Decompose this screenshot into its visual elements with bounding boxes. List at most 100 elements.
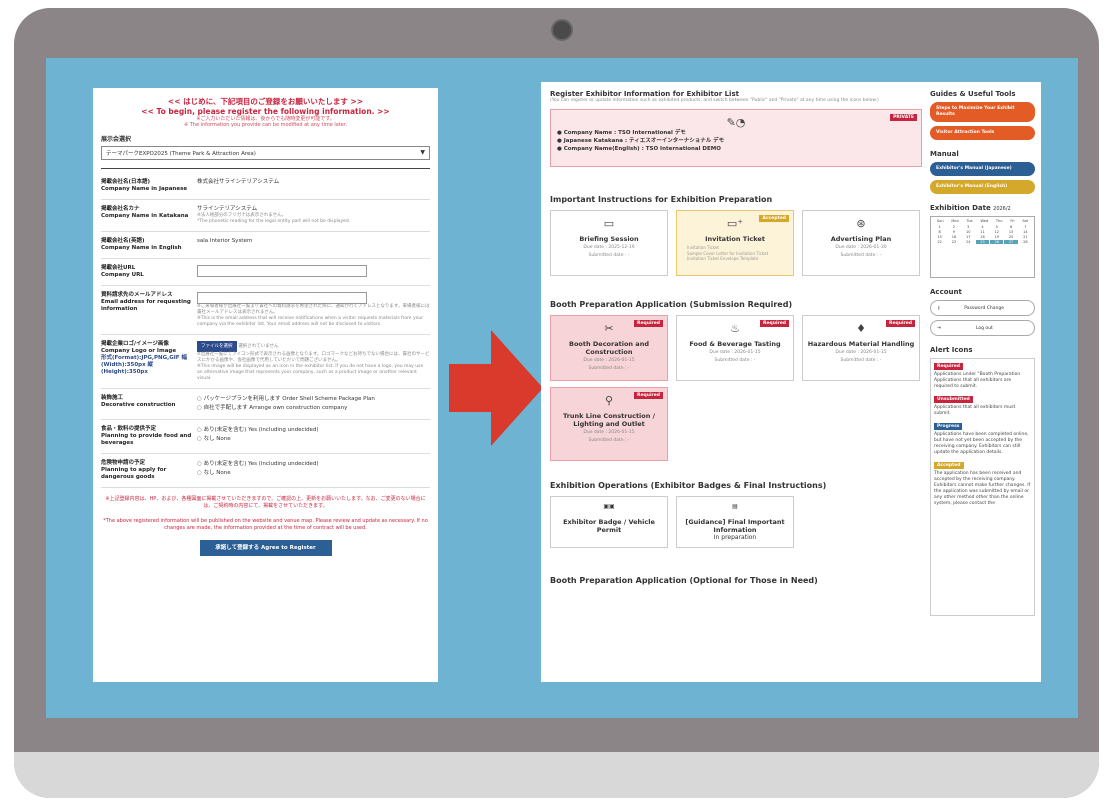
manual-heading: Manual	[930, 150, 959, 158]
alert-progress-text: Applications have been completed online,…	[934, 432, 1029, 455]
calendar: Sun Mon Tue Wed Thu Fri Sat 1 2 3 4 5 6 7 8 9 10 11 12 13 1…	[930, 216, 1035, 278]
company-kana-line: ● Japanese Katakana : ティエスオーインターナショナル デモ	[557, 138, 725, 144]
final-info-card[interactable]: ▤ [Guidance] Final Important Information…	[676, 496, 794, 548]
calendar-weekday: Sat	[1022, 219, 1029, 223]
company-kana-note-en: *The phonetic reading for the legal enti…	[197, 219, 351, 224]
calendar-date: 14	[1023, 230, 1028, 234]
date-year: 2026/2	[993, 206, 1011, 212]
required-badge: Required	[886, 320, 915, 327]
calendar-date: 21	[1023, 235, 1028, 239]
calendar-date: 22	[937, 240, 942, 244]
decor-row: 装飾施工Decorative construction パッケージプランを利用し…	[101, 389, 430, 420]
maximize-results-button[interactable]: Steps to Maximize Your Exhibit Results	[930, 102, 1035, 122]
card-due: Due date : 2026-01-30	[835, 245, 887, 250]
footer-note-en: *The above registered information will b…	[103, 518, 428, 531]
envelope-link[interactable]: Invitation Ticket Envelope Template	[687, 256, 793, 262]
company-en-row: 掲載会社名(英語) Company Name in English sala In…	[101, 232, 430, 259]
exhibition-select-value: テーマパークEXPO2025 (Theme Park & Attraction …	[106, 151, 256, 157]
url-input[interactable]	[197, 265, 367, 277]
company-info-card[interactable]: PRIVATE ✎◔ ● Company Name : TSO Internat…	[550, 109, 922, 167]
calendar-date: 1	[938, 225, 941, 229]
operations-heading: Exhibition Operations (Exhibitor Badges …	[550, 481, 827, 490]
chevron-down-icon: ▼	[420, 149, 425, 156]
company-ja-value: 株式会社サラインテリアシステム	[197, 179, 280, 185]
decor-option-package[interactable]: パッケージプランを利用します Order Shell Scheme Packag…	[197, 395, 430, 404]
edit-view-icon[interactable]: ✎◔	[557, 116, 915, 129]
card-title: Briefing Session	[579, 235, 639, 243]
company-kana-value: サラインテリアシステム	[197, 206, 258, 212]
exhibitor-badge-card[interactable]: ▣▣ Exhibitor Badge / Vehicle Permit	[550, 496, 668, 548]
card-due: Due date : 2026-01-15	[583, 430, 635, 435]
alert-unsubmitted-tag: Unsubmitted	[934, 396, 973, 403]
trunk-line-card[interactable]: Required ⚲ Trunk Line Construction / Lig…	[550, 387, 668, 461]
dashboard-main: Register Exhibitor Information for Exhib…	[550, 90, 922, 585]
calendar-date: 15	[937, 235, 942, 239]
agree-register-button[interactable]: 承諾して登録する Agree to Register	[199, 540, 332, 556]
calendar-date: 11	[980, 230, 985, 234]
card-submitted: Submitted date : -	[714, 358, 756, 363]
danger-label-en: Planning to apply for dangerous goods	[101, 467, 167, 480]
calendar-date: 9	[952, 230, 956, 234]
alert-required-text: Applications under "Booth Preparation Ap…	[934, 372, 1021, 389]
calendar-weekdays: Sun Mon Tue Wed Thu Fri Sat	[931, 217, 1034, 225]
alert-progress-tag: Progress	[934, 423, 963, 430]
megaphone-icon: ⊛	[856, 217, 866, 230]
food-option-yes[interactable]: あり(未定を含む) Yes (including undecided)	[197, 426, 430, 435]
company-en-value: sala Interior System	[197, 238, 253, 244]
card-title: [Guidance] Final Important Information	[685, 518, 785, 534]
logo-row: 掲載企業ロゴ/イメージ画像 Company Logo or Image 形式(For…	[101, 335, 430, 389]
calendar-date: 2	[952, 225, 956, 229]
briefing-session-card[interactable]: ▭ Briefing Session Due date : 2025-12-19…	[550, 210, 668, 276]
logout-button[interactable]: ⇥ Log out	[930, 320, 1035, 336]
file-none-text: 選択されていません	[238, 344, 279, 349]
danger-option-yes[interactable]: あり(未定を含む) Yes (including undecided)	[197, 460, 430, 469]
email-label: 資料請求先のメールアドレス	[101, 292, 173, 298]
card-title: Food & Beverage Tasting	[689, 340, 781, 348]
calendar-weekday: Fri	[1010, 219, 1015, 223]
calendar-date: 3	[967, 225, 970, 229]
operations-cards: ▣▣ Exhibitor Badge / Vehicle Permit ▤ [G…	[550, 496, 922, 548]
visitor-tools-button[interactable]: Visitor Attraction Tools	[930, 126, 1035, 140]
calendar-date: 6	[1009, 225, 1013, 229]
calendar-date: 16	[951, 235, 957, 239]
card-status: In preparation	[713, 534, 757, 541]
arrow-right-icon	[449, 330, 543, 446]
danger-row: 危険物申請の予定 Planning to apply for dangerous …	[101, 454, 430, 488]
booth-required-cards-row2: Required ⚲ Trunk Line Construction / Lig…	[550, 387, 922, 461]
card-title: Hazardous Material Handling	[807, 340, 915, 348]
danger-option-no[interactable]: なし None	[197, 469, 430, 478]
password-label: Password Change	[964, 305, 1004, 311]
calendar-date: 18	[980, 235, 985, 239]
card-submitted: Submitted date : -	[840, 358, 882, 363]
exhibition-select[interactable]: テーマパークEXPO2025 (Theme Park & Attraction …	[101, 146, 430, 160]
advertising-plan-card[interactable]: ⊛ Advertising Plan Due date : 2026-01-30…	[802, 210, 920, 276]
calendar-date: 12	[994, 230, 1000, 234]
decor-option-own[interactable]: 自社で手配します Arrange own construction compan…	[197, 404, 430, 413]
card-submitted: Submitted date : -	[588, 366, 630, 371]
email-input[interactable]	[197, 292, 367, 304]
url-row: 掲載会社URL Company URL	[101, 259, 430, 286]
manual-japanese-button[interactable]: Exhibitor's Manual (Japanese)	[930, 162, 1035, 176]
register-title: Register Exhibitor Information for Exhib…	[550, 90, 739, 98]
food-option-no[interactable]: なし None	[197, 435, 430, 444]
company-ja-row: 掲載会社名(日本語) Company Name in Japanese 株式会社サ…	[101, 173, 430, 200]
invitation-ticket-card[interactable]: Accepted ▭⁺ Invitation Ticket Invitation…	[676, 210, 794, 276]
accepted-badge: Accepted	[759, 215, 789, 222]
alert-legend: Required Applications under "Booth Prepa…	[930, 358, 1035, 616]
manual-english-button[interactable]: Exhibitor's Manual (English)	[930, 180, 1035, 194]
private-badge: PRIVATE	[890, 114, 917, 121]
booth-decoration-card[interactable]: Required ✂ Booth Decoration and Construc…	[550, 315, 668, 381]
alert-accepted-text: The application has been received and ac…	[934, 471, 1031, 506]
alert-unsubmitted-text: Applications that all exhibitors must su…	[934, 405, 1016, 416]
hazardous-material-card[interactable]: Required ♦ Hazardous Material Handling D…	[802, 315, 920, 381]
card-submitted: Submitted date : -	[840, 253, 882, 258]
calendar-weekday: Wed	[980, 219, 989, 223]
password-change-button[interactable]: ⚷ Password Change	[930, 300, 1035, 316]
company-en-label-en: Company Name in English	[101, 245, 182, 251]
food-tasting-card[interactable]: Required ♨ Food & Beverage Tasting Due d…	[676, 315, 794, 381]
booth-required-heading: Booth Preparation Application (Submissio…	[550, 300, 793, 309]
url-label-en: Company URL	[101, 272, 144, 278]
company-en-line: ● Company Name(English) : TSO Internatio…	[557, 146, 721, 152]
card-due: Due date : 2026-01-15	[709, 350, 761, 355]
file-select-button[interactable]: ファイルを選択	[197, 341, 237, 352]
